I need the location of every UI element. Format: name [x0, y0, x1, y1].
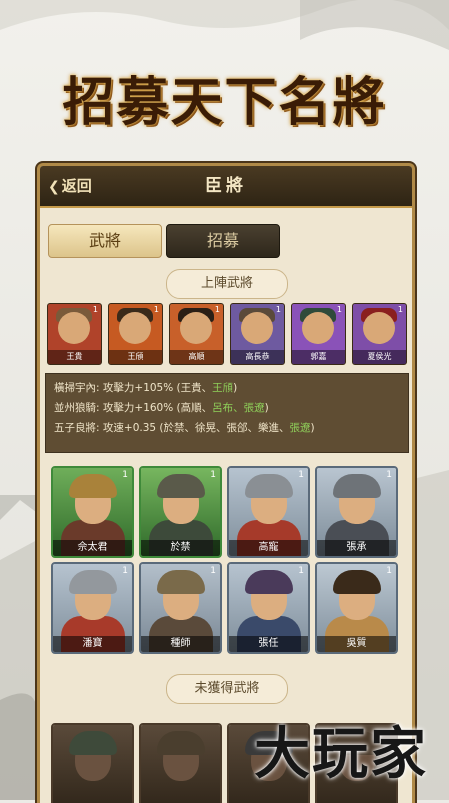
lineup-slot[interactable]: 1 王頎: [108, 303, 163, 365]
generals-panel: ❮ 返回 臣將 武將 招募 上陣武將 1 王貴 1 王頎 1 高順 1 高長恭 …: [37, 163, 415, 803]
lineup-level: 1: [214, 305, 220, 314]
lineup-row: 1 王貴 1 王頎 1 高順 1 高長恭 1 郭嘉 1 夏侯光: [47, 303, 407, 365]
bonus-tail: ): [233, 382, 238, 394]
lineup-name: 夏侯光: [353, 350, 406, 364]
bonus-effect: 攻擊力+160% (高順、: [102, 402, 213, 414]
lineup-slot[interactable]: 1 郭嘉: [291, 303, 346, 365]
bonus-tail: ): [264, 402, 269, 414]
portrait-helmet: [69, 570, 117, 594]
portrait-face: [363, 312, 395, 344]
general-level: 1: [386, 566, 392, 576]
bonus-line: 並州狼騎: 攻擊力+160% (高順、呂布、張遼): [54, 400, 269, 415]
lineup-level: 1: [397, 305, 403, 314]
general-name: 吳質: [317, 636, 396, 652]
portrait-helmet: [333, 570, 381, 594]
general-name: 張任: [229, 636, 308, 652]
general-name: 張承: [317, 540, 396, 556]
lineup-name: 郭嘉: [292, 350, 345, 364]
bonus-label: 五子良將:: [54, 422, 100, 434]
bonus-line: 橫掃宇內: 攻擊力+105% (王貴、王頎): [54, 380, 237, 395]
portrait-face: [302, 312, 334, 344]
general-name: 潘寶: [53, 636, 132, 652]
general-name: 佘太君: [53, 540, 132, 556]
general-level: 1: [210, 566, 216, 576]
portrait-helmet: [157, 570, 205, 594]
general-level: 1: [210, 470, 216, 480]
bonus-effect: 攻速+0.35 (於禁、徐晃、張郃、樂進、: [102, 422, 290, 434]
lineup-name: 王貴: [48, 350, 101, 364]
panel-title: 臣將: [205, 176, 247, 196]
portrait-helmet: [157, 474, 205, 498]
bonus-tail: ): [310, 422, 315, 434]
portrait-face: [58, 312, 90, 344]
general-level: 1: [122, 566, 128, 576]
bonus-highlight: 王頎: [212, 382, 234, 394]
portrait-helmet: [69, 731, 117, 755]
lineup-level: 1: [153, 305, 159, 314]
bonus-label: 橫掃宇內:: [54, 382, 100, 394]
site-watermark: 大玩家: [254, 722, 428, 787]
portrait-helmet: [245, 570, 293, 594]
lineup-name: 王頎: [109, 350, 162, 364]
general-level: 1: [298, 470, 304, 480]
panel-header: ❮ 返回 臣將: [40, 166, 412, 208]
promo-banner-title: 招募天下名將: [62, 72, 387, 133]
lineup-slot[interactable]: 1 王貴: [47, 303, 102, 365]
lineup-level: 1: [275, 305, 281, 314]
bonus-line: 五子良將: 攻速+0.35 (於禁、徐晃、張郃、樂進、張遼): [54, 420, 315, 435]
general-name: 於禁: [141, 540, 220, 556]
lineup-slot[interactable]: 1 高長恭: [230, 303, 285, 365]
portrait-face: [180, 312, 212, 344]
bonus-effect: 攻擊力+105% (王貴、: [102, 382, 213, 394]
bonus-highlight: 張遼: [289, 422, 311, 434]
lineup-bonus-list: 橫掃宇內: 攻擊力+105% (王貴、王頎) 並州狼騎: 攻擊力+160% (高…: [45, 373, 409, 453]
portrait-helmet: [157, 731, 205, 755]
general-level: 1: [298, 566, 304, 576]
general-card[interactable]: 1 於禁: [139, 466, 222, 558]
general-card[interactable]: 1 高寵: [227, 466, 310, 558]
general-card[interactable]: 1 張承: [315, 466, 398, 558]
general-level: 1: [386, 470, 392, 480]
tab-recruit[interactable]: 招募: [166, 224, 280, 258]
portrait-face: [241, 312, 273, 344]
lineup-level: 1: [336, 305, 342, 314]
lineup-slot[interactable]: 1 夏侯光: [352, 303, 407, 365]
lineup-name: 高順: [170, 350, 223, 364]
locked-general-card[interactable]: [139, 723, 222, 803]
portrait-face: [119, 312, 151, 344]
tab-generals[interactable]: 武將: [48, 224, 162, 258]
tab-bar: 武將 招募: [48, 224, 404, 258]
lineup-name: 高長恭: [231, 350, 284, 364]
general-card[interactable]: 1 吳質: [315, 562, 398, 654]
portrait-helmet: [69, 474, 117, 498]
general-level: 1: [122, 470, 128, 480]
portrait-helmet: [333, 474, 381, 498]
lineup-level: 1: [92, 305, 98, 314]
bonus-label: 並州狼騎:: [54, 402, 100, 414]
bonus-highlight: 呂布、張遼: [212, 402, 265, 414]
locked-general-card[interactable]: [51, 723, 134, 803]
general-name: 高寵: [229, 540, 308, 556]
lineup-slot[interactable]: 1 高順: [169, 303, 224, 365]
general-card[interactable]: 1 潘寶: [51, 562, 134, 654]
general-card[interactable]: 1 佘太君: [51, 466, 134, 558]
unowned-section-label: 未獲得武將: [166, 674, 288, 704]
general-card[interactable]: 1 種師: [139, 562, 222, 654]
portrait-helmet: [245, 474, 293, 498]
general-card[interactable]: 1 張任: [227, 562, 310, 654]
lineup-section-label: 上陣武將: [166, 269, 288, 299]
general-name: 種師: [141, 636, 220, 652]
